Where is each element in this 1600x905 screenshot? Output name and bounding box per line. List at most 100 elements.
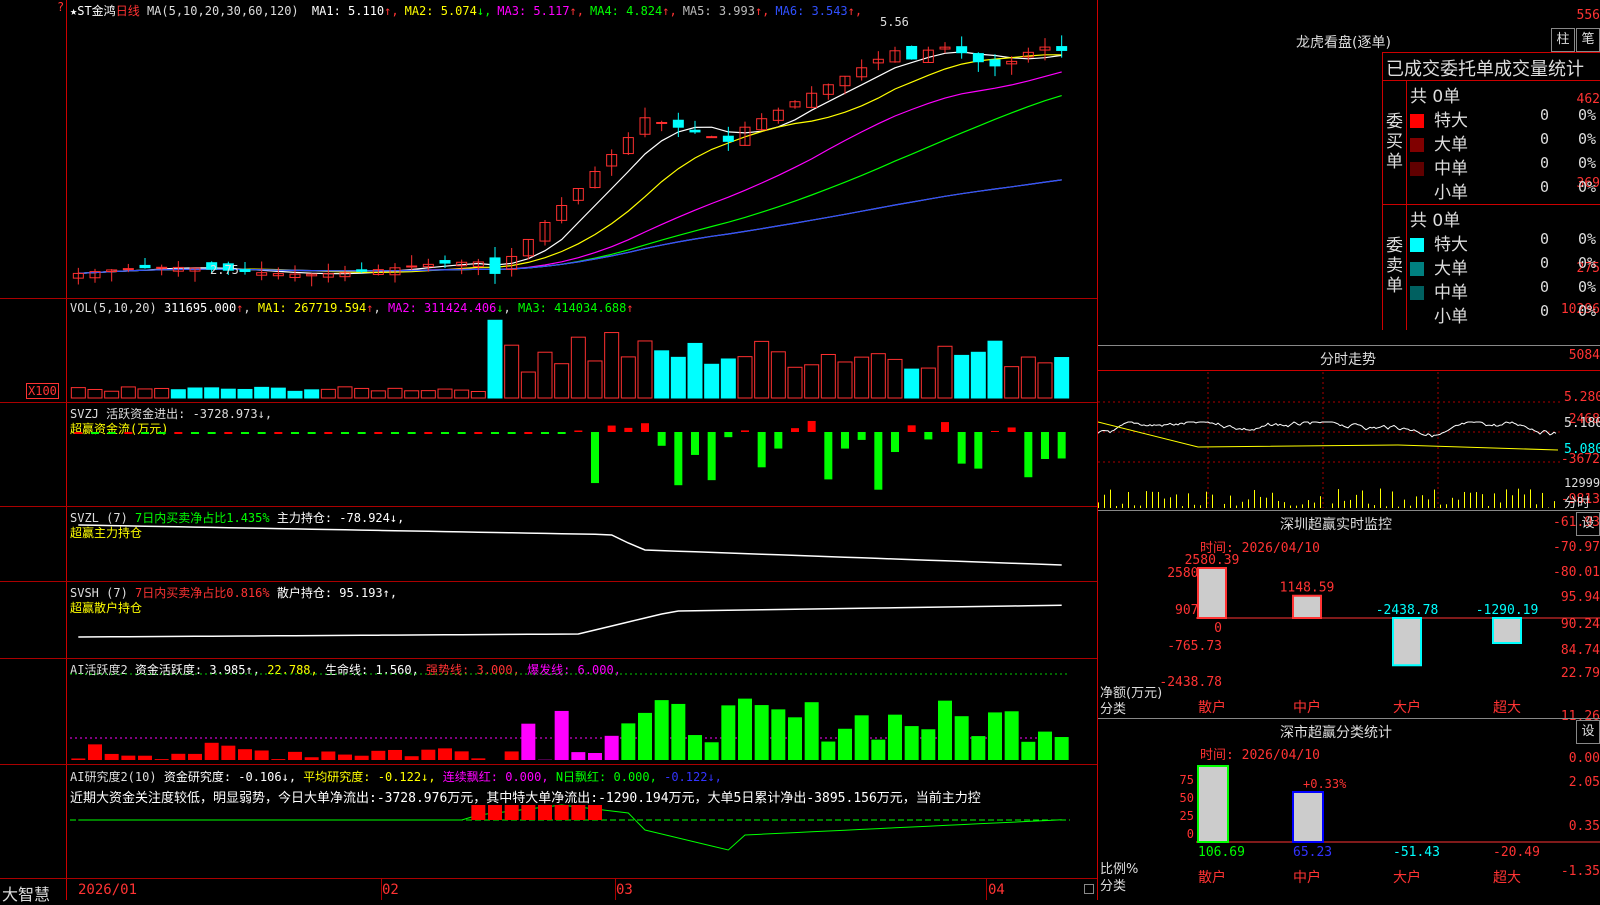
ai-research-chart[interactable] — [70, 800, 1095, 876]
class-y-label: 25 — [1180, 809, 1194, 823]
fund-flow-chart[interactable] — [70, 420, 1095, 505]
active-bar — [871, 740, 885, 760]
ai-active-chart[interactable] — [70, 672, 1095, 762]
order-row: 特大00% — [1410, 230, 1600, 254]
intraday-volume-bar — [1194, 505, 1195, 508]
active-bar — [655, 700, 669, 760]
active-bar — [338, 755, 352, 760]
intraday-volume-bar — [1134, 505, 1135, 508]
intraday-volume-bar — [1428, 499, 1429, 508]
divider — [1382, 52, 1383, 330]
flow-bar — [774, 432, 782, 449]
order-count: 0 — [1540, 230, 1549, 248]
color-swatch — [1410, 138, 1424, 152]
flow-bar — [824, 432, 832, 479]
flow-bar — [724, 432, 732, 437]
sz-class-chart[interactable]: 7550250+0.33%106.69散户65.23中户-51.43大户-20.… — [1098, 760, 1600, 900]
flow-bar — [1008, 427, 1016, 432]
order-pct: 0% — [1578, 130, 1596, 148]
candlestick-chart[interactable] — [70, 14, 1095, 297]
color-swatch — [1410, 262, 1424, 276]
volume-bar — [571, 337, 585, 398]
divider — [1382, 204, 1600, 205]
active-bar — [938, 701, 952, 760]
main-y-label: 462 — [1536, 92, 1600, 107]
active-bar — [271, 759, 285, 760]
sz-monitor-chart[interactable]: 2580.39散户1148.59中户-2438.78大户-1290.19超大 — [1098, 540, 1600, 715]
vol-unit-badge[interactable]: X100 — [26, 383, 59, 399]
class-y-label: 0 — [1187, 827, 1194, 841]
intraday-volume-bar — [1140, 506, 1141, 508]
lock-icon[interactable] — [1084, 884, 1094, 894]
ai-research-a: 资金研究度: -0.106↓, — [164, 770, 296, 784]
flow-bar — [658, 432, 666, 446]
order-count: 0 — [1540, 302, 1549, 320]
candle-body — [957, 47, 967, 53]
flow-bar — [691, 432, 699, 455]
brand-logo: 大智慧 — [2, 881, 50, 905]
bar-mode-button[interactable]: 柱 — [1551, 28, 1575, 52]
class-y-label: 50 — [1180, 791, 1194, 805]
volume-bar — [705, 364, 719, 398]
intraday-volume-bar — [1200, 505, 1201, 508]
flow-bar — [391, 432, 399, 434]
volume-bar — [255, 387, 269, 398]
volume-bar — [221, 389, 235, 398]
vol-y-label: 5084 — [1536, 348, 1600, 363]
intraday-chart[interactable] — [1098, 372, 1560, 508]
active-bar — [921, 729, 935, 760]
net-bar — [1198, 568, 1226, 618]
corner-mark: ? — [57, 0, 64, 14]
volume-bar — [588, 361, 602, 398]
volume-bar — [171, 390, 185, 398]
x-tick — [986, 878, 987, 900]
intraday-volume-bar — [1302, 504, 1303, 508]
flow-bar — [74, 432, 82, 434]
active-bar — [355, 756, 369, 760]
sz-monitor-settings-button[interactable]: 设 — [1576, 512, 1600, 536]
order-type-label: 大单 — [1434, 259, 1468, 279]
buy-rows: 特大00%大单00%中单00%小单00% — [1410, 106, 1600, 202]
category-label: 大户 — [1393, 869, 1421, 886]
active-bar — [971, 736, 985, 760]
sz-class-settings-button[interactable]: 设 — [1576, 720, 1600, 744]
active-bar — [305, 757, 319, 760]
color-swatch — [1410, 310, 1424, 324]
color-swatch — [1410, 238, 1424, 252]
active-bar — [621, 723, 635, 760]
volume-bar — [1038, 363, 1052, 398]
divider — [1406, 80, 1407, 330]
tick-mode-button[interactable]: 笔 — [1576, 28, 1600, 52]
retail-holding-line — [78, 605, 1061, 637]
active-bar — [555, 711, 569, 760]
volume-bar — [271, 388, 285, 398]
intraday-volume-bar — [1350, 500, 1351, 508]
flow-bar — [241, 432, 249, 434]
volume-bar — [971, 352, 985, 398]
order-type-label: 特大 — [1434, 235, 1468, 255]
panel-divider — [0, 658, 1097, 659]
active-bar — [671, 704, 685, 760]
intraday-y-label: 5.180 — [1564, 416, 1600, 431]
active-bar — [721, 705, 735, 760]
intraday-volume-bar — [1398, 507, 1399, 508]
active-bar — [405, 756, 419, 760]
flow-bar — [741, 430, 749, 432]
intraday-volume-bar — [1488, 506, 1489, 508]
volume-bar — [355, 388, 369, 398]
stats-title: 已成交委托单成交量统计 — [1386, 55, 1584, 81]
volume-chart[interactable] — [70, 310, 1095, 400]
active-bar — [955, 716, 969, 760]
main-holding-chart[interactable] — [70, 520, 1095, 580]
x-label: 02 — [382, 882, 399, 898]
candle-body — [440, 261, 450, 264]
divider — [1098, 345, 1600, 346]
active-bar — [221, 746, 235, 760]
retail-holding-chart[interactable] — [70, 595, 1095, 657]
flow-bar — [1041, 432, 1049, 459]
intraday-volume-bar — [1128, 492, 1129, 508]
active-bar — [388, 750, 402, 760]
divider — [1098, 718, 1600, 719]
order-type-label: 特大 — [1434, 111, 1468, 131]
active-bar — [505, 751, 519, 760]
